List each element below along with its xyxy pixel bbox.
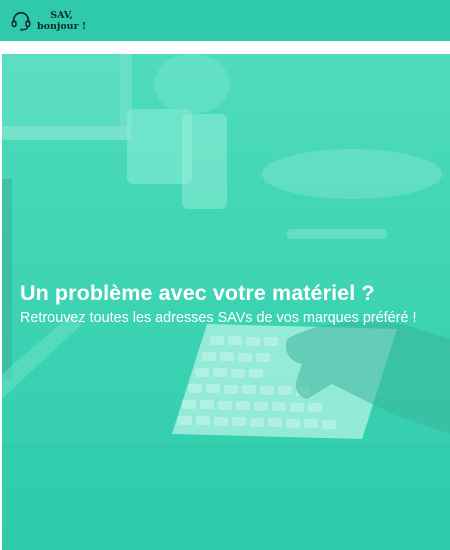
brand-logo[interactable]: SAV, bonjour ! xyxy=(10,10,86,32)
brand-name-line1: SAV, xyxy=(50,9,73,21)
brand-name: SAV, bonjour ! xyxy=(37,10,86,32)
top-navbar: SAV, bonjour ! xyxy=(0,0,450,41)
hero-banner: Un problème avec votre matériel ? Retrou… xyxy=(2,54,450,550)
brand-name-line2: bonjour ! xyxy=(37,20,87,32)
headset-icon xyxy=(11,11,31,31)
hero-subtitle: Retrouvez toutes les adresses SAVs de vo… xyxy=(20,310,417,326)
hero-text: Un problème avec votre matériel ? Retrou… xyxy=(20,281,445,326)
hero-title: Un problème avec votre matériel ? xyxy=(20,281,375,305)
